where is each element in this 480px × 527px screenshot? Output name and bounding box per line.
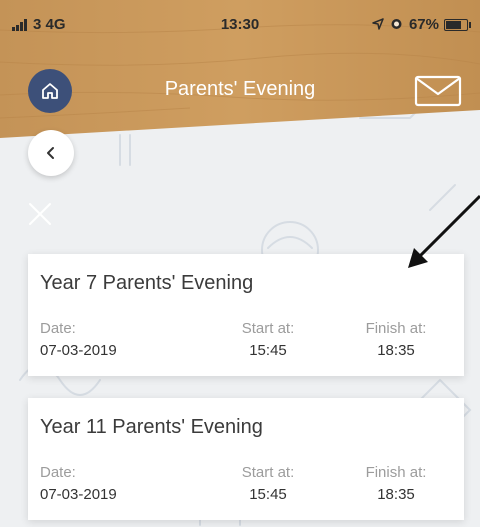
close-icon[interactable] (26, 200, 54, 228)
chevron-left-icon (47, 147, 54, 159)
date-label: Date: (40, 464, 76, 481)
date-value: 07-03-2019 (40, 342, 117, 359)
back-button[interactable] (28, 130, 74, 176)
event-finish: Finish at: 18:35 (356, 320, 436, 359)
status-bar: 3 4G 13:30 67% (0, 0, 480, 48)
event-title: Year 11 Parents' Evening (40, 416, 263, 438)
event-start: Start at: 15:45 (228, 320, 308, 359)
finish-label: Finish at: (365, 320, 427, 337)
start-label: Start at: (241, 320, 295, 337)
event-card-year-11[interactable]: Year 11 Parents' Evening Date: 07-03-201… (28, 398, 464, 520)
alarm-icon (390, 17, 403, 33)
mail-icon[interactable] (414, 74, 462, 108)
page-title: Parents' Evening (164, 78, 316, 100)
battery-percentage: 67% (408, 16, 439, 33)
location-icon (372, 17, 384, 33)
event-start: Start at: 15:45 (228, 464, 308, 503)
date-label: Date: (40, 320, 76, 337)
finish-value: 18:35 (377, 486, 415, 503)
status-right: 67% (372, 16, 471, 33)
event-title: Year 7 Parents' Evening (40, 272, 254, 294)
event-date: Date: 07-03-2019 (40, 320, 117, 359)
event-card-year-7[interactable]: Year 7 Parents' Evening Date: 07-03-2019… (28, 254, 464, 376)
start-label: Start at: (241, 464, 295, 481)
finish-value: 18:35 (377, 342, 415, 359)
date-value: 07-03-2019 (40, 486, 117, 503)
start-value: 15:45 (249, 486, 287, 503)
finish-label: Finish at: (365, 464, 427, 481)
battery-icon (444, 18, 471, 31)
start-value: 15:45 (249, 342, 287, 359)
event-finish: Finish at: 18:35 (356, 464, 436, 503)
event-date: Date: 07-03-2019 (40, 464, 117, 503)
